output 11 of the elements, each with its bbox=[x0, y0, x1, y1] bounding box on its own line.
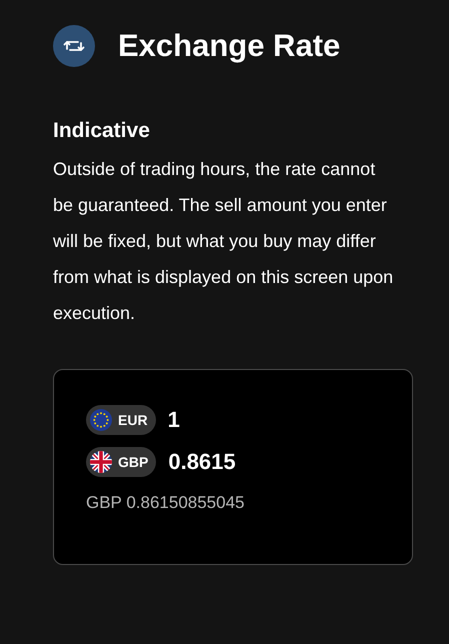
eu-flag-icon bbox=[90, 409, 112, 431]
uk-flag-icon bbox=[90, 451, 112, 473]
currency-badge: EUR bbox=[86, 405, 156, 435]
page-title: Exchange Rate bbox=[118, 28, 340, 64]
currency-badge: GBP bbox=[86, 447, 156, 477]
notice-text: Outside of trading hours, the rate cannot be guaranteed. The sell amount you enter will be fixed, but what you buy may differ from what is displayed on this screen upon execution. bbox=[53, 158, 394, 325]
exchange-icon bbox=[53, 25, 95, 67]
section-heading: Indicative bbox=[53, 119, 151, 143]
precise-rate: GBP 0.86150855045 bbox=[86, 493, 246, 513]
amount-value: 1 bbox=[168, 407, 180, 433]
amount-value: 0.8615 bbox=[168, 449, 236, 475]
